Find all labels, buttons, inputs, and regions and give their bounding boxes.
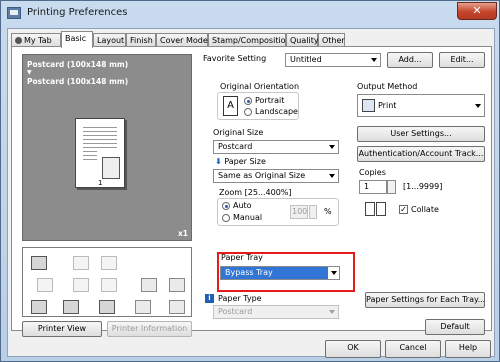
help-button[interactable]: Help [445, 340, 491, 358]
collate-icon [365, 200, 387, 218]
ok-button[interactable]: OK [325, 340, 381, 358]
close-button[interactable]: ✕ [457, 2, 497, 20]
copies-label: Copies [359, 168, 386, 177]
chevron-down-icon [329, 310, 335, 314]
zoom-label: Zoom [25...400%] [219, 188, 292, 197]
zoom-spinner [309, 205, 317, 219]
document-icon [141, 278, 157, 292]
chevron-down-icon [329, 145, 335, 149]
paper-settings-for-each-tray-button[interactable]: Paper Settings for Each Tray... [365, 292, 485, 308]
finisher-icon [169, 300, 185, 314]
zoom-manual-radio[interactable] [222, 214, 230, 222]
fold-icon [101, 278, 117, 292]
cancel-button[interactable]: Cancel [385, 340, 441, 358]
paper-stack-icon [169, 278, 185, 292]
chevron-down-icon [329, 174, 335, 178]
title-bar[interactable]: Printing Preferences ✕ [1, 1, 499, 27]
printer-information-button: Printer Information [107, 321, 192, 337]
copies-badge: x1 [177, 229, 188, 238]
copies-spinner[interactable] [387, 180, 396, 194]
print-preview: Postcard (100x148 mm) ▼ Postcard (100x14… [22, 54, 192, 241]
tab-basic[interactable]: Basic [61, 31, 93, 48]
output-method-select[interactable]: Print [357, 94, 485, 117]
staple-icon [73, 256, 89, 270]
collate-checkbox[interactable]: ✓ [399, 205, 408, 214]
print-icon [362, 99, 375, 112]
arrow-down-icon: ⬇ [215, 157, 222, 166]
tab-cover-mode[interactable]: Cover Mode [156, 33, 208, 47]
user-settings-button[interactable]: User Settings... [357, 126, 485, 142]
paper-type-label: Paper Type [218, 294, 262, 303]
orientation-group: A Portrait Landscape [217, 92, 299, 120]
dialog-client: My Tab Basic Layout Finish Cover Mode St… [7, 28, 495, 358]
zoom-auto-radio[interactable] [222, 202, 230, 210]
landscape-label: Landscape [255, 107, 298, 116]
tab-quality[interactable]: Quality [286, 33, 319, 47]
cover-sheet-icon [135, 300, 151, 314]
paper-size-label: ⬇ Paper Size [215, 157, 266, 166]
tray-icon [37, 278, 53, 292]
print-output-icon [31, 256, 47, 270]
booklet-icon [73, 278, 89, 292]
window-title: Printing Preferences [27, 7, 128, 18]
preview-arrow: ▼ [27, 69, 32, 76]
tab-other[interactable]: Other [318, 33, 345, 47]
preview-page-number: 1 [98, 179, 103, 187]
preview-original-size: Postcard (100x148 mm) [27, 60, 129, 69]
portrait-label: Portrait [255, 96, 285, 105]
zoom-manual-label: Manual [233, 213, 263, 222]
printer-view-button[interactable]: Printer View [22, 321, 102, 337]
printer-icon [7, 7, 21, 19]
tab-layout[interactable]: Layout [93, 33, 126, 47]
favorite-add-button[interactable]: Add... [387, 52, 433, 68]
user-icon [15, 37, 22, 44]
original-size-select[interactable]: Postcard [213, 140, 339, 154]
preview-paper-size: Postcard (100x148 mm) [27, 77, 129, 86]
zoom-group: Auto Manual 100 % [217, 198, 339, 226]
preview-page: 1 [75, 118, 125, 188]
orientation-preview-icon: A [223, 96, 238, 116]
output-method-label: Output Method [357, 82, 418, 91]
preview-thumb [102, 157, 120, 179]
favorite-setting-label: Favorite Setting [203, 54, 267, 63]
printing-preferences-window: Printing Preferences ✕ My Tab Basic Layo… [0, 0, 500, 362]
portrait-radio[interactable] [244, 97, 252, 105]
favorite-edit-button[interactable]: Edit... [439, 52, 485, 68]
paper-type-select: Postcard [213, 305, 339, 319]
user-group-icon [99, 300, 115, 314]
original-size-label: Original Size [213, 128, 264, 137]
zoom-auto-label: Auto [233, 201, 252, 210]
chevron-down-icon [475, 104, 481, 108]
device-icon-panel [22, 247, 192, 317]
printer-front-icon [31, 300, 47, 314]
original-orientation-label: Original Orientation [220, 82, 300, 91]
favorite-setting-select[interactable]: Untitled [285, 53, 381, 67]
paper-tray-highlight [217, 252, 355, 292]
tab-finish[interactable]: Finish [126, 33, 156, 47]
copies-input[interactable]: 1 [359, 180, 387, 194]
tab-my-tab[interactable]: My Tab [11, 33, 61, 47]
user-account-icon [63, 300, 79, 314]
copies-range: [1...9999] [403, 182, 443, 191]
punch-icon [101, 256, 117, 270]
authentication-account-track-button[interactable]: Authentication/Account Track... [357, 146, 485, 162]
collate-label: Collate [411, 205, 439, 214]
zoom-value-field: 100 [290, 205, 308, 219]
chevron-down-icon [371, 58, 377, 62]
zoom-unit: % [324, 207, 332, 216]
default-button[interactable]: Default [425, 319, 485, 335]
paper-size-select[interactable]: Same as Original Size [213, 169, 339, 183]
tab-stamp-composition[interactable]: Stamp/Composition [208, 33, 291, 47]
landscape-radio[interactable] [244, 108, 252, 116]
basic-tab-pane: Postcard (100x148 mm) ▼ Postcard (100x14… [11, 46, 492, 337]
info-icon: i [205, 294, 214, 303]
